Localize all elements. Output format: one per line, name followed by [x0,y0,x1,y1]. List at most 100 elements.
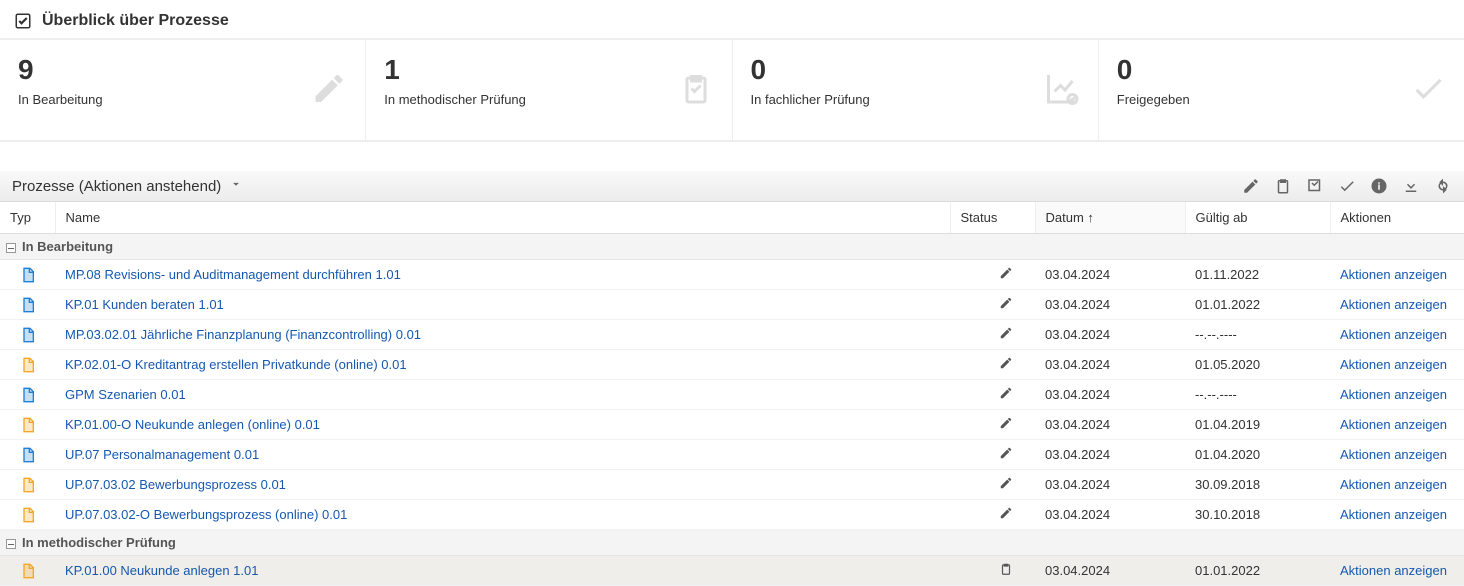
process-link[interactable]: GPM Szenarien 0.01 [65,387,186,402]
show-actions-link[interactable]: Aktionen anzeigen [1340,417,1447,432]
page-title: Überblick über Prozesse [42,12,229,30]
process-link[interactable]: KP.01.00-O Neukunde anlegen (online) 0.0… [65,417,320,432]
col-date[interactable]: Datum ↑ [1035,202,1185,234]
show-actions-link[interactable]: Aktionen anzeigen [1340,507,1447,522]
col-name[interactable]: Name [55,202,950,234]
group-header[interactable]: In methodischer Prüfung [0,530,1464,556]
table-row[interactable]: MP.08 Revisions- und Auditmanagement dur… [0,260,1464,290]
process-link[interactable]: MP.08 Revisions- und Auditmanagement dur… [65,267,401,282]
status-cell [950,320,1035,350]
show-actions-link[interactable]: Aktionen anzeigen [1340,357,1447,372]
group-header[interactable]: In Bearbeitung [0,234,1464,260]
actions-cell: Aktionen anzeigen [1330,320,1464,350]
type-cell [0,260,55,290]
valid-cell: 01.05.2020 [1185,350,1330,380]
show-actions-link[interactable]: Aktionen anzeigen [1340,327,1447,342]
document-icon [20,386,36,401]
process-link[interactable]: KP.02.01-O Kreditantrag erstellen Privat… [65,357,407,372]
name-cell: UP.07.03.02 Bewerbungsprozess 0.01 [55,470,950,500]
stamp-icon[interactable] [1306,177,1324,195]
show-actions-link[interactable]: Aktionen anzeigen [1340,267,1447,282]
show-actions-link[interactable]: Aktionen anzeigen [1340,563,1447,578]
document-icon [20,266,36,281]
status-cell [950,440,1035,470]
process-link[interactable]: MP.03.02.01 Jährliche Finanzplanung (Fin… [65,327,421,342]
document-icon [20,476,36,491]
type-cell [0,440,55,470]
metric-label: In methodischer Prüfung [384,92,713,107]
date-cell: 03.04.2024 [1035,440,1185,470]
name-cell: KP.01.00-O Neukunde anlegen (online) 0.0… [55,410,950,440]
document-icon [20,356,36,371]
page-header: Überblick über Prozesse [0,0,1464,38]
download-icon[interactable] [1402,177,1420,195]
name-cell: KP.02.01-O Kreditantrag erstellen Privat… [55,350,950,380]
col-valid[interactable]: Gültig ab [1185,202,1330,234]
metric-freigegeben[interactable]: 0 Freigegeben [1099,40,1464,140]
collapse-icon[interactable] [6,539,16,549]
status-cell [950,470,1035,500]
pencil-icon [999,446,1013,460]
table-row[interactable]: KP.01.00-O Neukunde anlegen (online) 0.0… [0,410,1464,440]
col-typ[interactable]: Typ [0,202,55,234]
status-cell [950,350,1035,380]
check-icon [1410,71,1446,110]
pencil-icon [999,416,1013,430]
pencil-icon [999,506,1013,520]
actions-cell: Aktionen anzeigen [1330,380,1464,410]
actions-cell: Aktionen anzeigen [1330,500,1464,530]
clipboard-icon [678,71,714,110]
approve-icon[interactable] [1338,177,1356,195]
metric-fachliche-pruefung[interactable]: 0 In fachlicher Prüfung [733,40,1099,140]
table-row[interactable]: MP.03.02.01 Jährliche Finanzplanung (Fin… [0,320,1464,350]
edit-icon[interactable] [1242,177,1260,195]
show-actions-link[interactable]: Aktionen anzeigen [1340,297,1447,312]
valid-cell: 01.11.2022 [1185,260,1330,290]
actions-cell: Aktionen anzeigen [1330,440,1464,470]
process-link[interactable]: KP.01.00 Neukunde anlegen 1.01 [65,563,258,578]
valid-cell: 01.01.2022 [1185,290,1330,320]
toolbar-title: Prozesse (Aktionen anstehend) [12,178,221,195]
document-icon [20,416,36,431]
valid-cell: 30.10.2018 [1185,500,1330,530]
metric-label: Freigegeben [1117,92,1446,107]
document-icon [20,506,36,521]
show-actions-link[interactable]: Aktionen anzeigen [1340,387,1447,402]
metric-value: 0 [1117,54,1446,86]
process-link[interactable]: KP.01 Kunden beraten 1.01 [65,297,224,312]
type-cell [0,410,55,440]
process-link[interactable]: UP.07.03.02-O Bewerbungsprozess (online)… [65,507,347,522]
table-row[interactable]: UP.07.03.02-O Bewerbungsprozess (online)… [0,500,1464,530]
status-cell [950,410,1035,440]
process-link[interactable]: UP.07.03.02 Bewerbungsprozess 0.01 [65,477,286,492]
metric-in-bearbeitung[interactable]: 9 In Bearbeitung [0,40,366,140]
actions-cell: Aktionen anzeigen [1330,556,1464,586]
name-cell: MP.08 Revisions- und Auditmanagement dur… [55,260,950,290]
toolbar-title-dropdown[interactable]: Prozesse (Aktionen anstehend) [12,177,243,195]
table-row[interactable]: UP.07 Personalmanagement 0.01 03.04.2024… [0,440,1464,470]
table-toolbar: Prozesse (Aktionen anstehend) [0,170,1464,202]
col-actions[interactable]: Aktionen [1330,202,1464,234]
metric-methodische-pruefung[interactable]: 1 In methodischer Prüfung [366,40,732,140]
pencil-icon [311,71,347,110]
info-icon[interactable] [1370,177,1388,195]
col-status[interactable]: Status [950,202,1035,234]
valid-cell: 01.01.2022 [1185,556,1330,586]
name-cell: UP.07.03.02-O Bewerbungsprozess (online)… [55,500,950,530]
table-row[interactable]: KP.01 Kunden beraten 1.01 03.04.2024 01.… [0,290,1464,320]
type-cell [0,290,55,320]
table-row[interactable]: UP.07.03.02 Bewerbungsprozess 0.01 03.04… [0,470,1464,500]
collapse-icon[interactable] [6,243,16,253]
show-actions-link[interactable]: Aktionen anzeigen [1340,477,1447,492]
date-cell: 03.04.2024 [1035,320,1185,350]
show-actions-link[interactable]: Aktionen anzeigen [1340,447,1447,462]
clipboard-icon[interactable] [1274,177,1292,195]
refresh-icon[interactable] [1434,177,1452,195]
document-icon [20,296,36,311]
table-row[interactable]: KP.02.01-O Kreditantrag erstellen Privat… [0,350,1464,380]
process-link[interactable]: UP.07 Personalmanagement 0.01 [65,447,259,462]
table-row[interactable]: GPM Szenarien 0.01 03.04.2024 --.--.----… [0,380,1464,410]
name-cell: MP.03.02.01 Jährliche Finanzplanung (Fin… [55,320,950,350]
table-row[interactable]: KP.01.00 Neukunde anlegen 1.01 03.04.202… [0,556,1464,586]
col-date-label: Datum [1046,210,1084,225]
